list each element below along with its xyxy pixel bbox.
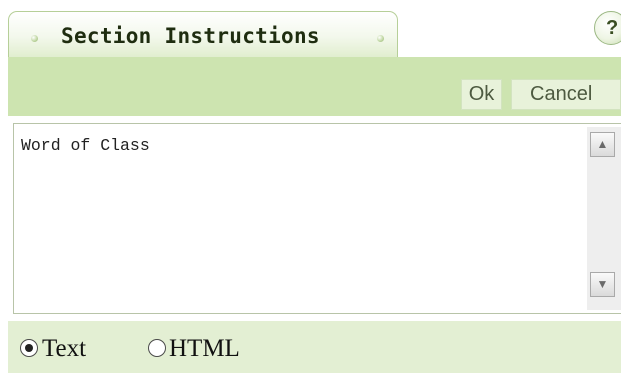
tab-left-bullet-icon	[31, 35, 38, 42]
tab-right-bullet-icon	[377, 35, 384, 42]
text-format-radio[interactable]	[20, 339, 38, 357]
html-format-radio[interactable]	[148, 339, 166, 357]
ok-button[interactable]: Ok	[461, 79, 502, 110]
tab-title: Section Instructions	[61, 24, 320, 48]
format-bar	[8, 321, 621, 373]
radio-selected-indicator	[25, 344, 33, 352]
text-format-label[interactable]: Text	[42, 335, 86, 363]
scroll-down-icon[interactable]: ▼	[590, 272, 615, 297]
help-icon[interactable]: ?	[594, 11, 621, 45]
scroll-up-icon[interactable]: ▲	[590, 132, 615, 157]
instructions-text: Word of Class	[21, 136, 150, 155]
html-format-label[interactable]: HTML	[169, 335, 240, 363]
section-instructions-tab[interactable]: Section Instructions	[8, 11, 398, 57]
cancel-button[interactable]: Cancel	[511, 79, 621, 110]
